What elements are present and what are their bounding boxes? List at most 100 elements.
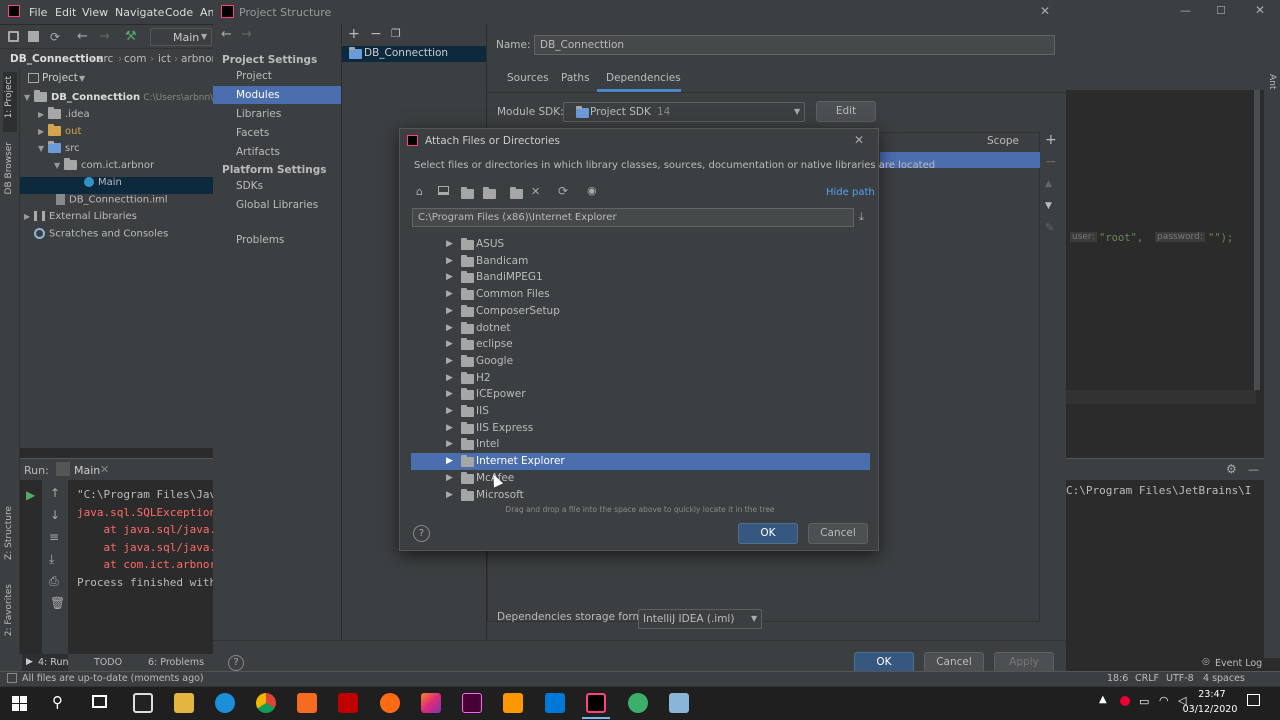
nav-item-libraries[interactable]: Libraries (213, 105, 341, 123)
project-panel-title[interactable]: Project (42, 72, 78, 84)
ant-tool-label[interactable]: Ant (1267, 74, 1277, 89)
clock-date[interactable]: 03/12/2020 (1180, 704, 1240, 715)
attach-cancel-button[interactable]: Cancel (808, 523, 868, 544)
store-icon[interactable] (133, 693, 153, 713)
run-icon[interactable]: ▶ (26, 488, 35, 502)
wifi-icon[interactable]: ◠ (1159, 694, 1169, 707)
breadcrumb-arbnor[interactable]: arbnor (181, 53, 216, 65)
menu-file[interactable]: File (29, 6, 47, 19)
run-config-select[interactable]: Main ▼ (150, 28, 212, 46)
tab-todo[interactable]: TODO (94, 657, 122, 668)
nav-item-facets[interactable]: Facets (213, 124, 341, 142)
maximize-icon[interactable]: ☐ (1216, 4, 1226, 17)
name-input[interactable]: DB_Connecttion (534, 35, 1055, 55)
menu-code[interactable]: Code (165, 6, 193, 19)
trash-icon[interactable]: 🗑 (50, 596, 65, 610)
nav-item-global-libraries[interactable]: Global Libraries (213, 196, 341, 214)
folder-row[interactable]: ▶ H2 (411, 370, 870, 387)
battery-icon[interactable]: ▭ (1139, 695, 1149, 708)
folder-row[interactable]: ▶ IIS (411, 403, 870, 420)
remove-icon[interactable]: − (370, 26, 382, 42)
tree-item[interactable]: Scratches and Consoles (20, 228, 213, 245)
breadcrumb-src[interactable]: src (98, 53, 113, 65)
vscode-icon[interactable] (545, 693, 565, 713)
app-icon[interactable] (669, 693, 689, 713)
hide-path-link[interactable]: Hide path (826, 187, 875, 198)
show-hidden-icon[interactable]: ◉ (587, 184, 597, 197)
project-folder-icon[interactable] (461, 187, 474, 199)
instagram-icon[interactable] (421, 693, 441, 713)
sdk-select[interactable]: Project SDK 14 ▼ (563, 102, 805, 122)
folder-row[interactable]: ▶ ComposerSetup (411, 303, 870, 320)
scroll-end-icon[interactable]: ⤓ (49, 552, 54, 567)
apply-button[interactable]: Apply (994, 652, 1054, 673)
windows-start-icon[interactable] (12, 696, 27, 711)
help-icon[interactable]: ? (413, 525, 430, 542)
move-up-icon[interactable]: ▲ (1045, 179, 1052, 189)
folder-row[interactable]: ▶ ASUS (411, 236, 870, 253)
adobe-xd-icon[interactable] (462, 693, 482, 713)
close-window-icon[interactable]: ✕ (1255, 3, 1265, 17)
nav-item-project[interactable]: Project (213, 67, 341, 85)
tree-item[interactable]: DB_Connecttion.iml (20, 194, 213, 211)
folder-row-selected[interactable]: ▶ Internet Explorer (411, 453, 870, 471)
nav-item-artifacts[interactable]: Artifacts (213, 143, 341, 161)
favorites-tool-label[interactable]: 2: Favorites (4, 584, 14, 636)
ok-button[interactable]: OK (854, 652, 914, 673)
move-down-icon[interactable]: ▼ (1045, 201, 1052, 211)
sync-icon[interactable]: ⟳ (50, 30, 60, 44)
back-icon[interactable]: ← (221, 27, 232, 42)
folder-row[interactable]: ▶ IIS Express (411, 420, 870, 437)
copy-icon[interactable]: ❐ (391, 27, 401, 40)
tree-item[interactable]: ▼ com.ict.arbnor (20, 158, 213, 177)
help-icon[interactable]: ? (228, 655, 244, 671)
task-view-icon[interactable] (92, 695, 107, 708)
close-icon[interactable]: ✕ (1040, 4, 1050, 18)
db-browser-tool-label[interactable]: DB Browser (4, 142, 14, 194)
folder-row[interactable]: ▶ Intel (411, 436, 870, 453)
attach-ok-button[interactable]: OK (738, 523, 798, 544)
menu-navigate[interactable]: Navigate (115, 6, 164, 19)
breadcrumb-ict[interactable]: ict (158, 53, 171, 65)
folder-row[interactable]: ▶ Microsoft (411, 487, 870, 503)
chevron-down-icon[interactable]: ▼ (79, 74, 85, 83)
filezilla-icon[interactable] (338, 693, 358, 713)
print-icon[interactable]: ⎙ (49, 574, 59, 589)
tab-sources[interactable]: Sources (507, 72, 549, 84)
edit-dependency-icon[interactable]: ✎ (1045, 221, 1054, 234)
tree-item-selected[interactable]: Main (20, 177, 213, 194)
folder-row[interactable]: ▶ Common Files (411, 286, 870, 303)
search-icon[interactable]: ⚲ (52, 693, 63, 711)
storage-format-select[interactable]: IntelliJ IDEA (.iml) ▼ (638, 609, 762, 629)
tab-run[interactable]: 4: Run (38, 657, 68, 668)
folder-row[interactable]: ▶ Google (411, 353, 870, 370)
tree-item[interactable]: ▼ src (20, 141, 213, 160)
close-icon[interactable]: ✕ (100, 463, 109, 476)
breadcrumb-com[interactable]: com (124, 53, 146, 65)
new-folder-icon[interactable] (510, 187, 523, 199)
tab-dependencies[interactable]: Dependencies (606, 72, 681, 84)
remove-dependency-icon[interactable]: − (1045, 154, 1057, 170)
arrow-down-icon[interactable]: ↓ (50, 508, 60, 522)
editor-scrollbar[interactable] (1254, 90, 1260, 390)
save-icon[interactable] (28, 31, 39, 42)
delete-icon[interactable]: ✕ (531, 185, 540, 198)
download-icon[interactable]: ⤓ (859, 210, 864, 224)
sublime-icon[interactable] (503, 693, 523, 713)
file-encoding[interactable]: UTF-8 (1166, 673, 1194, 684)
tab-paths[interactable]: Paths (561, 72, 590, 84)
desktop-icon[interactable] (438, 186, 449, 195)
tray-icon[interactable] (1120, 696, 1130, 706)
wrap-icon[interactable]: ≡ (49, 530, 59, 544)
run-tab-main[interactable]: Main (74, 464, 100, 477)
nav-item-sdks[interactable]: SDKs (213, 177, 341, 195)
back-icon[interactable]: ← (77, 29, 88, 44)
home-icon[interactable]: ⌂ (416, 185, 423, 198)
close-icon[interactable]: ✕ (854, 133, 864, 147)
menu-edit[interactable]: Edit (55, 6, 76, 19)
nav-item-modules[interactable]: Modules (213, 86, 341, 104)
add-dependency-icon[interactable]: + (1045, 132, 1057, 148)
file-explorer-icon[interactable] (174, 693, 194, 713)
path-input[interactable]: C:\Program Files (x86)\Internet Explorer (412, 208, 854, 227)
event-log-tab[interactable]: Event Log (1215, 658, 1262, 669)
